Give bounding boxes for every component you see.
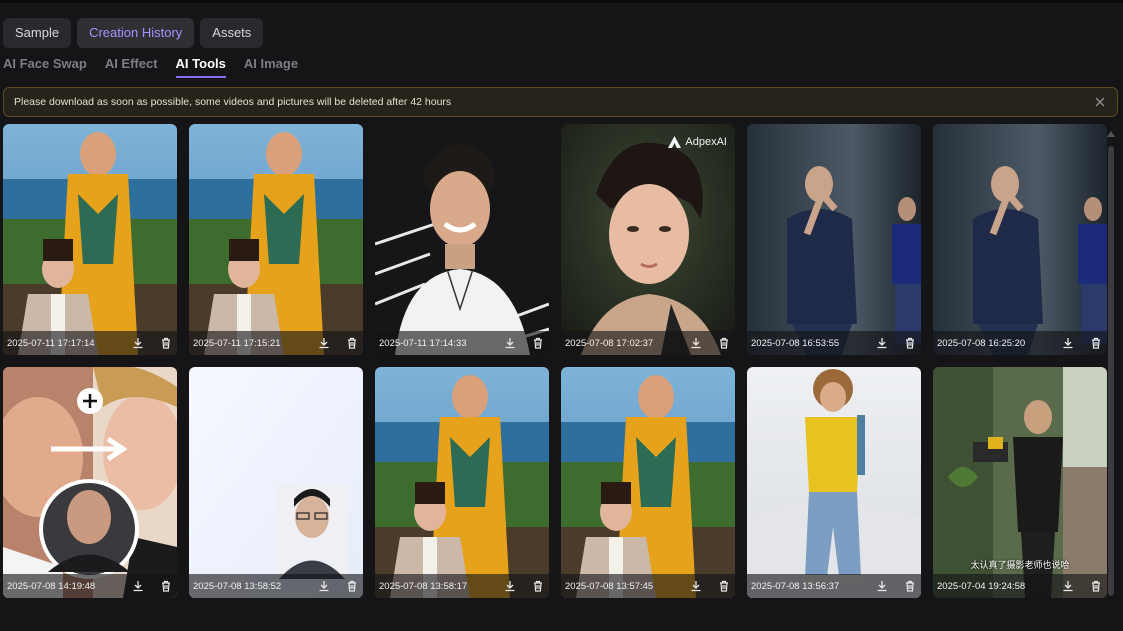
trash-icon[interactable] bbox=[717, 579, 731, 593]
sub-tabs: AI Face Swap AI Effect AI Tools AI Image bbox=[3, 56, 298, 78]
watermark: AdpexAI bbox=[668, 136, 727, 148]
history-card[interactable]: 2025-07-08 13:58:52 bbox=[189, 367, 363, 598]
download-icon[interactable] bbox=[875, 579, 889, 593]
card-footer: 2025-07-08 13:58:17 bbox=[375, 574, 549, 598]
trash-icon[interactable] bbox=[1089, 579, 1103, 593]
history-card[interactable]: 2025-07-11 17:15:21 bbox=[189, 124, 363, 355]
history-card[interactable]: 2025-07-11 17:17:14 bbox=[3, 124, 177, 355]
trash-icon[interactable] bbox=[531, 336, 545, 350]
card-footer: 2025-07-08 17:02:37 bbox=[561, 331, 735, 355]
scroll-up-icon[interactable] bbox=[1107, 130, 1115, 138]
trash-icon[interactable] bbox=[717, 336, 731, 350]
download-icon[interactable] bbox=[503, 579, 517, 593]
card-footer: 2025-07-08 14:19:48 bbox=[3, 574, 177, 598]
thumbnail-image bbox=[933, 124, 1107, 355]
trash-icon[interactable] bbox=[345, 336, 359, 350]
download-icon[interactable] bbox=[317, 336, 331, 350]
trash-icon[interactable] bbox=[159, 336, 173, 350]
card-date: 2025-07-11 17:15:21 bbox=[193, 337, 281, 349]
card-footer: 2025-07-11 17:15:21 bbox=[189, 331, 363, 355]
card-footer: 2025-07-08 13:58:52 bbox=[189, 574, 363, 598]
vertical-scrollbar[interactable] bbox=[1106, 130, 1116, 600]
bottom-spacer bbox=[0, 600, 1123, 631]
download-icon[interactable] bbox=[1061, 579, 1075, 593]
download-icon[interactable] bbox=[131, 336, 145, 350]
history-card[interactable]: AdpexAI 2025-07-08 17:02:37 bbox=[561, 124, 735, 355]
trash-icon[interactable] bbox=[159, 579, 173, 593]
thumbnail-image bbox=[375, 124, 549, 355]
thumbnail-image bbox=[3, 124, 177, 355]
subtab-ai-image[interactable]: AI Image bbox=[244, 56, 298, 78]
history-card[interactable]: 2025-07-08 13:56:37 bbox=[747, 367, 921, 598]
trash-icon[interactable] bbox=[903, 579, 917, 593]
notice-text: Please download as soon as possible, som… bbox=[14, 96, 452, 108]
card-date: 2025-07-08 13:57:45 bbox=[565, 580, 654, 592]
thumbnail-image bbox=[189, 367, 363, 598]
tab-assets[interactable]: Assets bbox=[200, 18, 264, 48]
history-card[interactable]: 2025-07-08 14:19:48 bbox=[3, 367, 177, 598]
card-date: 2025-07-08 16:25:20 bbox=[937, 337, 1026, 349]
thumbnail-image bbox=[747, 367, 921, 598]
download-icon[interactable] bbox=[689, 336, 703, 350]
history-card[interactable]: 太认真了摄影老师也说哈 2025-07-04 19:24:58 bbox=[933, 367, 1107, 598]
creation-grid: 2025-07-11 17:17:14 2025-07-11 17:15:21 bbox=[3, 124, 1107, 598]
thumbnail-image bbox=[561, 367, 735, 598]
history-card[interactable]: 2025-07-11 17:14:33 bbox=[375, 124, 549, 355]
adpex-logo-icon bbox=[668, 136, 682, 148]
subtab-ai-face-swap[interactable]: AI Face Swap bbox=[3, 56, 87, 78]
card-date: 2025-07-08 16:53:55 bbox=[751, 337, 840, 349]
notice-banner: Please download as soon as possible, som… bbox=[3, 87, 1118, 117]
card-date: 2025-07-08 13:56:37 bbox=[751, 580, 840, 592]
card-date: 2025-07-08 13:58:17 bbox=[379, 580, 468, 592]
subtab-ai-effect[interactable]: AI Effect bbox=[105, 56, 158, 78]
thumbnail-image bbox=[375, 367, 549, 598]
card-footer: 2025-07-11 17:14:33 bbox=[375, 331, 549, 355]
thumbnail-image bbox=[3, 367, 177, 598]
trash-icon[interactable] bbox=[1089, 336, 1103, 350]
download-icon[interactable] bbox=[689, 579, 703, 593]
tab-creation-history[interactable]: Creation History bbox=[77, 18, 195, 48]
history-card[interactable]: 2025-07-08 13:58:17 bbox=[375, 367, 549, 598]
card-footer: 2025-07-08 13:57:45 bbox=[561, 574, 735, 598]
card-date: 2025-07-08 13:58:52 bbox=[193, 580, 282, 592]
download-icon[interactable] bbox=[131, 579, 145, 593]
scrollbar-thumb[interactable] bbox=[1108, 146, 1114, 596]
subtab-ai-tools[interactable]: AI Tools bbox=[175, 56, 226, 78]
card-footer: 2025-07-08 16:53:55 bbox=[747, 331, 921, 355]
close-icon[interactable] bbox=[1093, 95, 1107, 109]
thumbnail-image bbox=[189, 124, 363, 355]
download-icon[interactable] bbox=[1061, 336, 1075, 350]
window-top-edge bbox=[0, 0, 1123, 3]
thumbnail-image bbox=[747, 124, 921, 355]
card-date: 2025-07-08 14:19:48 bbox=[7, 580, 96, 592]
thumbnail-image bbox=[561, 124, 735, 355]
card-date: 2025-07-11 17:14:33 bbox=[379, 337, 467, 349]
trash-icon[interactable] bbox=[345, 579, 359, 593]
video-subtitle: 太认真了摄影老师也说哈 bbox=[970, 560, 1070, 570]
trash-icon[interactable] bbox=[531, 579, 545, 593]
card-date: 2025-07-11 17:17:14 bbox=[7, 337, 95, 349]
card-date: 2025-07-04 19:24:58 bbox=[937, 580, 1026, 592]
card-footer: 2025-07-11 17:17:14 bbox=[3, 331, 177, 355]
card-footer: 2025-07-04 19:24:58 bbox=[933, 574, 1107, 598]
card-date: 2025-07-08 17:02:37 bbox=[565, 337, 654, 349]
history-card[interactable]: 2025-07-08 13:57:45 bbox=[561, 367, 735, 598]
main-tabs: Sample Creation History Assets bbox=[3, 18, 264, 48]
history-card[interactable]: 2025-07-08 16:53:55 bbox=[747, 124, 921, 355]
card-footer: 2025-07-08 16:25:20 bbox=[933, 331, 1107, 355]
trash-icon[interactable] bbox=[903, 336, 917, 350]
download-icon[interactable] bbox=[317, 579, 331, 593]
watermark-text: AdpexAI bbox=[685, 136, 727, 148]
history-card[interactable]: 2025-07-08 16:25:20 bbox=[933, 124, 1107, 355]
download-icon[interactable] bbox=[503, 336, 517, 350]
download-icon[interactable] bbox=[875, 336, 889, 350]
tab-sample[interactable]: Sample bbox=[3, 18, 72, 48]
card-footer: 2025-07-08 13:56:37 bbox=[747, 574, 921, 598]
